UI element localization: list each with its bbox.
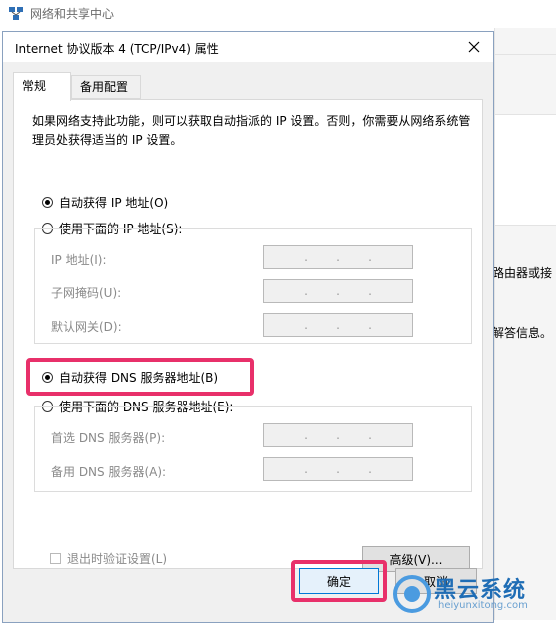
ip-address-input[interactable]: ...: [263, 245, 413, 269]
highlight-ok-button: [291, 560, 387, 602]
preferred-dns-input[interactable]: ...: [263, 423, 413, 447]
checkbox-box: [50, 553, 61, 564]
validate-on-exit-label: 退出时验证设置(L): [67, 552, 168, 566]
dialog-titlebar: Internet 协议版本 4 (TCP/IPv4) 属性: [3, 32, 493, 62]
close-icon: [468, 41, 480, 53]
radio-auto-ip[interactable]: 自动获得 IP 地址(O): [42, 194, 168, 211]
general-panel: 如果网络支持此功能，则可以获取自动指派的 IP 设置。否则，你需要从网络系统管理…: [13, 99, 483, 572]
description-text: 如果网络支持此功能，则可以获取自动指派的 IP 设置。否则，你需要从网络系统管理…: [32, 114, 471, 147]
background-window-titlebar: 网络和共享中心: [0, 0, 556, 28]
ipv4-properties-dialog: Internet 协议版本 4 (TCP/IPv4) 属性 常规 备用配置 如果…: [2, 31, 494, 623]
close-button[interactable]: [463, 36, 485, 58]
background-window-title: 网络和共享中心: [30, 7, 115, 21]
divider: [495, 54, 556, 55]
highlight-auto-dns: [26, 358, 254, 396]
radio-auto-ip-label: 自动获得 IP 地址(O): [59, 196, 169, 210]
subnet-mask-label: 子网掩码(U):: [51, 286, 122, 300]
alternate-dns-input[interactable]: ...: [263, 457, 413, 481]
subnet-mask-input[interactable]: ...: [263, 279, 413, 303]
validate-on-exit-checkbox[interactable]: 退出时验证设置(L): [50, 550, 167, 567]
default-gateway-input[interactable]: ...: [263, 313, 413, 337]
background-panel: [495, 114, 556, 226]
background-text-router: 路由器或接: [492, 266, 553, 280]
ip-fields-group: IP 地址(I): ... 子网掩码(U): ... 默认网关(D): ...: [34, 228, 472, 344]
dialog-title: Internet 协议版本 4 (TCP/IPv4) 属性: [15, 42, 219, 56]
dns-fields-group: 首选 DNS 服务器(P): ... 备用 DNS 服务器(A): ...: [34, 406, 472, 492]
watermark: 黑云系统 heiyunxitong.com: [392, 568, 556, 620]
preferred-dns-label: 首选 DNS 服务器(P):: [51, 431, 166, 445]
tab-alternate-config[interactable]: 备用配置: [71, 75, 141, 99]
tab-general[interactable]: 常规: [13, 72, 71, 101]
ip-address-label: IP 地址(I):: [51, 253, 107, 267]
background-text-answer: 解答信息。: [492, 326, 553, 340]
default-gateway-label: 默认网关(D):: [51, 320, 122, 334]
network-icon: [8, 6, 24, 25]
watermark-url: heiyunxitong.com: [438, 600, 528, 611]
alternate-dns-label: 备用 DNS 服务器(A):: [51, 465, 167, 479]
cloud-logo-icon: [393, 575, 431, 613]
radio-indicator: [42, 197, 53, 208]
